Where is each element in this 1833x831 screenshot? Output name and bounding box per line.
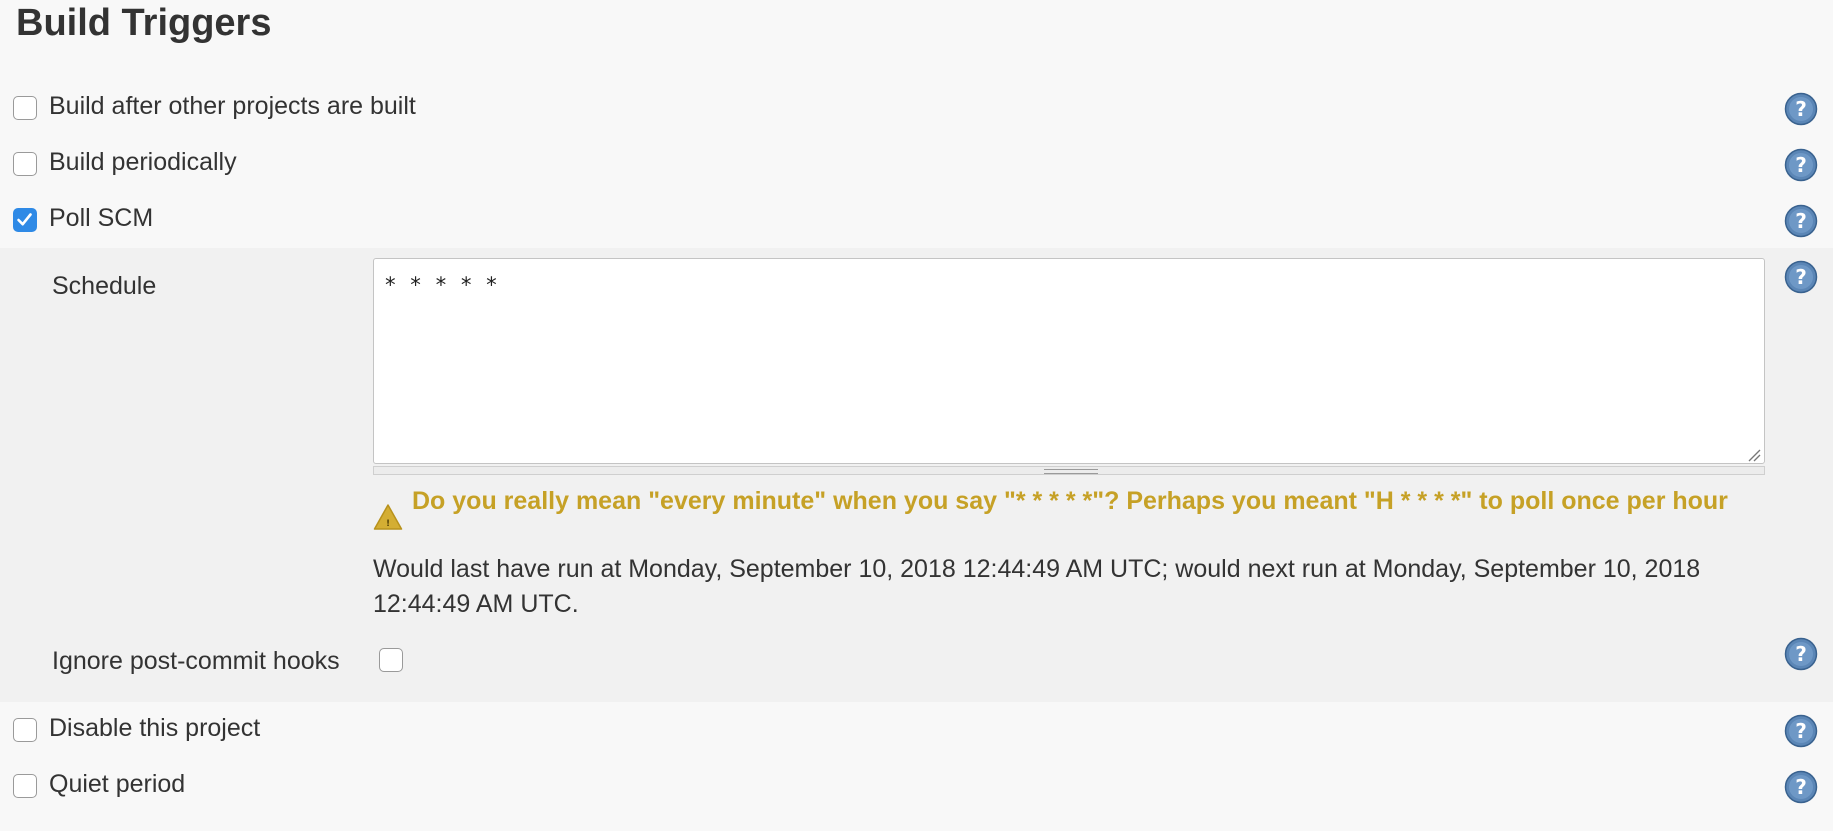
help-icon[interactable]: ?	[1784, 92, 1818, 126]
svg-text:?: ?	[1795, 642, 1807, 666]
trigger-row-build-periodically: Build periodically ?	[0, 140, 1833, 188]
help-icon[interactable]: ?	[1784, 770, 1818, 804]
disable-project-checkbox[interactable]	[13, 718, 37, 742]
checkmark-icon	[17, 213, 32, 226]
schedule-label: Schedule	[52, 272, 157, 300]
help-icon[interactable]: ?	[1784, 714, 1818, 748]
section-title: Build Triggers	[16, 2, 272, 44]
svg-text:?: ?	[1795, 265, 1807, 289]
resize-corner-icon[interactable]	[1747, 448, 1761, 462]
svg-text:?: ?	[1795, 209, 1807, 233]
quiet-period-label[interactable]: Quiet period	[49, 770, 185, 799]
build-triggers-page: Build Triggers Build after other project…	[0, 0, 1833, 831]
ignore-post-commit-hooks-label: Ignore post-commit hooks	[52, 647, 340, 675]
ignore-post-commit-hooks-checkbox[interactable]	[379, 648, 403, 672]
svg-text:?: ?	[1795, 775, 1807, 799]
textarea-resize-grip[interactable]	[373, 466, 1765, 475]
disable-project-label[interactable]: Disable this project	[49, 714, 260, 743]
schedule-textarea[interactable]: * * * * *	[373, 258, 1765, 464]
build-after-label[interactable]: Build after other projects are built	[49, 92, 416, 121]
help-icon[interactable]: ?	[1784, 148, 1818, 182]
help-icon[interactable]: ?	[1784, 637, 1818, 671]
poll-scm-label[interactable]: Poll SCM	[49, 204, 153, 233]
help-icon[interactable]: ?	[1784, 260, 1818, 294]
warning-icon: !	[373, 503, 403, 531]
schedule-textarea-wrapper: * * * * *	[373, 258, 1765, 476]
svg-text:!: !	[386, 519, 390, 529]
quiet-period-checkbox[interactable]	[13, 774, 37, 798]
build-after-checkbox[interactable]	[13, 96, 37, 120]
svg-text:?: ?	[1795, 153, 1807, 177]
build-periodically-label[interactable]: Build periodically	[49, 148, 237, 177]
poll-scm-checkbox[interactable]	[13, 208, 37, 232]
svg-text:?: ?	[1795, 97, 1807, 121]
schedule-run-info: Would last have run at Monday, September…	[373, 555, 1701, 618]
schedule-warning-message: Do you really mean "every minute" when y…	[412, 487, 1728, 515]
help-icon[interactable]: ?	[1784, 204, 1818, 238]
trigger-row-poll-scm: Poll SCM ?	[0, 196, 1833, 244]
svg-text:?: ?	[1795, 719, 1807, 743]
trigger-row-disable-project: Disable this project ?	[0, 706, 1833, 754]
trigger-row-quiet-period: Quiet period ?	[0, 762, 1833, 810]
build-periodically-checkbox[interactable]	[13, 152, 37, 176]
trigger-row-build-after: Build after other projects are built ?	[0, 84, 1833, 132]
